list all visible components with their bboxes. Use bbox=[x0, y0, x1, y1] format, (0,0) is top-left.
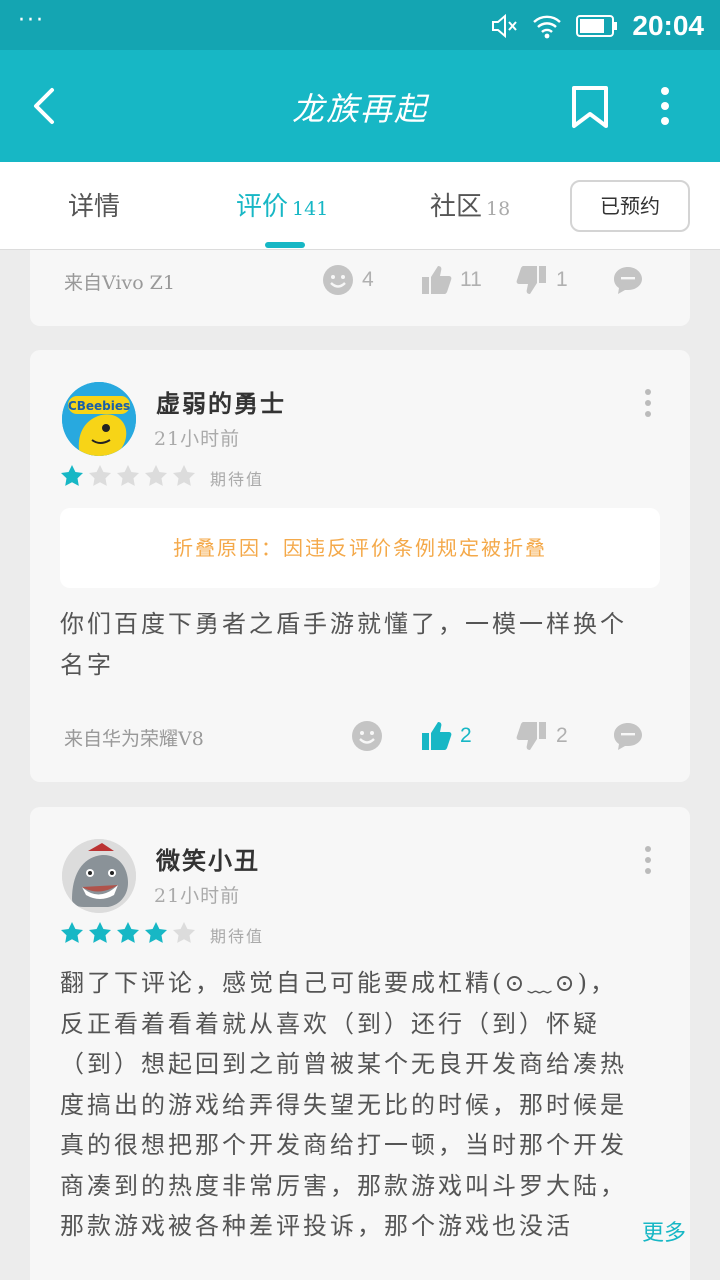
star-filled-icon bbox=[116, 921, 140, 945]
reserved-button[interactable]: 已预约 bbox=[570, 180, 690, 232]
star-rating bbox=[60, 921, 196, 945]
username[interactable]: 虚弱的勇士 bbox=[156, 384, 286, 419]
star-empty-icon bbox=[172, 921, 196, 945]
bookmark-icon[interactable] bbox=[566, 84, 614, 130]
thumbs-up-icon bbox=[422, 722, 452, 750]
more-options-icon[interactable] bbox=[650, 84, 680, 130]
expand-more-link[interactable]: 更多 bbox=[612, 1215, 687, 1247]
review-text: 你们百度下勇者之盾手游就懂了，一模一样换个 名字 bbox=[60, 604, 660, 685]
svg-text:CBeebies: CBeebies bbox=[68, 399, 130, 413]
star-filled-icon bbox=[88, 921, 112, 945]
review-text-line: 真的很想把那个开发商给打一顿，当时那个开发 bbox=[60, 1131, 627, 1159]
star-empty-icon bbox=[172, 464, 196, 488]
thumbs-up-icon bbox=[422, 266, 452, 294]
star-empty-icon bbox=[88, 464, 112, 488]
smile-icon bbox=[352, 721, 382, 751]
comment-icon[interactable] bbox=[612, 264, 644, 296]
review-options-icon[interactable] bbox=[644, 845, 652, 875]
like-count: 2 bbox=[460, 724, 472, 747]
clock: 20:04 bbox=[632, 10, 704, 41]
review-text-line: 你们百度下勇者之盾手游就懂了，一模一样换个 bbox=[60, 610, 627, 638]
battery-icon bbox=[576, 15, 618, 37]
dislike-button[interactable]: 1 bbox=[516, 264, 568, 296]
mute-icon bbox=[492, 13, 518, 39]
star-filled-icon bbox=[60, 464, 84, 488]
cbeebies-avatar-icon: CBeebies bbox=[62, 382, 136, 456]
smile-count: 4 bbox=[362, 268, 374, 291]
review-time: 21小时前 bbox=[154, 428, 241, 450]
review-text-line: 商凑到的热度非常厉害，那款游戏叫斗罗大陆， bbox=[60, 1171, 627, 1200]
review-text-line: 那款游戏被各种差评投诉，那个游戏也没活 bbox=[60, 1212, 573, 1240]
like-button[interactable]: 11 bbox=[420, 264, 482, 296]
like-count: 11 bbox=[460, 268, 482, 291]
tab-community[interactable]: 社区 18 bbox=[430, 186, 510, 223]
tab-label: 社区 bbox=[430, 192, 483, 222]
app-bar: 龙族再起 bbox=[0, 50, 720, 162]
rating-label: 期待值 bbox=[210, 470, 265, 489]
tab-label: 评价 bbox=[236, 192, 289, 222]
device-source: 来自华为荣耀V8 bbox=[64, 728, 204, 750]
smile-button[interactable] bbox=[351, 720, 391, 752]
like-button[interactable]: 2 bbox=[420, 720, 472, 752]
device-source: 来自Vivo Z1 bbox=[64, 272, 175, 294]
dislike-count: 1 bbox=[556, 268, 568, 291]
status-bar: ··· 20:04 bbox=[0, 0, 720, 50]
review-text: 翻了下评论，感觉自己可能要成杠精(⊙﹏⊙)， 反正看着看着就从喜欢（到）还行（到… bbox=[60, 963, 660, 1247]
rating-label: 期待值 bbox=[210, 927, 265, 946]
thumbs-down-icon bbox=[516, 266, 546, 294]
star-rating bbox=[60, 464, 196, 488]
review-card: 来自Vivo Z1 4 11 1 bbox=[30, 250, 690, 326]
tab-reviews[interactable]: 评价 141 bbox=[236, 186, 328, 223]
shark-avatar-icon bbox=[62, 839, 136, 913]
review-text-line: （到）想起回到之前曾被某个无良开发商给凑热 bbox=[60, 1050, 627, 1078]
star-empty-icon bbox=[144, 464, 168, 488]
notification-dots-icon: ··· bbox=[18, 8, 45, 33]
avatar[interactable] bbox=[62, 839, 136, 913]
star-filled-icon bbox=[144, 921, 168, 945]
dislike-count: 2 bbox=[556, 724, 568, 747]
dislike-button[interactable]: 2 bbox=[516, 720, 568, 752]
tab-label: 详情 bbox=[68, 192, 121, 222]
folded-notice: 折叠原因：因违反评价条例规定被折叠 bbox=[60, 508, 660, 588]
active-tab-indicator bbox=[265, 242, 305, 248]
tab-count: 141 bbox=[292, 198, 329, 220]
comment-icon[interactable] bbox=[612, 720, 644, 752]
tab-details[interactable]: 详情 bbox=[68, 186, 120, 223]
star-empty-icon bbox=[116, 464, 140, 488]
review-text-line: 反正看着看着就从喜欢（到）还行（到）怀疑 bbox=[60, 1009, 600, 1038]
username[interactable]: 微笑小丑 bbox=[156, 841, 260, 876]
review-time: 21小时前 bbox=[154, 885, 241, 907]
avatar[interactable]: CBeebies bbox=[62, 382, 136, 456]
review-options-icon[interactable] bbox=[644, 388, 652, 418]
review-text-line: 度搞出的游戏给弄得失望无比的时候，那时候是 bbox=[60, 1090, 627, 1119]
status-icons: 20:04 bbox=[490, 6, 704, 46]
review-text-line: 名字 bbox=[60, 650, 114, 679]
wifi-icon bbox=[533, 15, 562, 39]
review-card: CBeebies 虚弱的勇士 21小时前 期待值 折叠原因：因违反评价条例规定被… bbox=[30, 350, 690, 782]
tab-count: 18 bbox=[486, 198, 511, 220]
smile-icon bbox=[323, 265, 353, 295]
review-card: 微笑小丑 21小时前 期待值 翻了下评论，感觉自己可能要成杠精(⊙﹏⊙)， 反正… bbox=[30, 807, 690, 1280]
star-filled-icon bbox=[60, 921, 84, 945]
smile-button[interactable]: 4 bbox=[322, 264, 374, 296]
review-text-line: 翻了下评论，感觉自己可能要成杠精(⊙﹏⊙)， bbox=[60, 969, 617, 997]
thumbs-down-icon bbox=[516, 722, 546, 750]
